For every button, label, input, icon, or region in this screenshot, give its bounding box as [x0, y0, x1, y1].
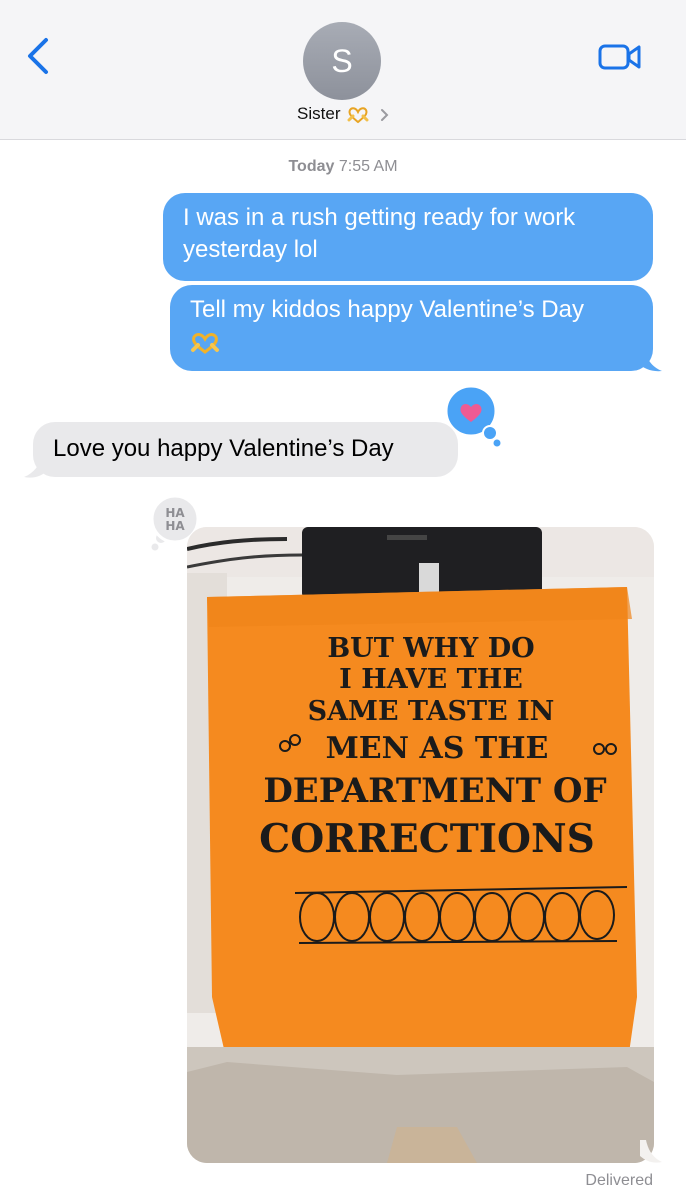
heart-hands-emoji-icon	[191, 332, 219, 354]
message-text: Love you happy Valentine’s Day	[53, 435, 394, 462]
contact-name-button[interactable]: Sister	[0, 104, 686, 124]
tshirt-photo: BUT WHY DO I HAVE THE SAME TASTE IN MEN …	[187, 527, 654, 1163]
message-text: Tell my kiddos happy Valentine’s Day	[190, 296, 584, 323]
outgoing-message-bubble[interactable]: Tell my kiddos happy Valentine’s Day	[170, 285, 653, 371]
shirt-text-line: CORRECTIONS	[259, 816, 595, 862]
contact-avatar[interactable]: S	[303, 22, 381, 100]
message-text-line: I was in a rush getting ready for work	[183, 204, 576, 231]
chevron-right-icon	[380, 108, 389, 121]
haha-text-bottom: HA	[165, 519, 185, 533]
shirt-text-line: DEPARTMENT OF	[263, 771, 606, 811]
heart-hands-emoji-icon	[347, 106, 369, 123]
bubble-tail	[640, 1140, 662, 1163]
haha-text-top: HA	[165, 506, 185, 520]
message-text-line: yesterday lol	[183, 236, 318, 263]
conversation-header: S Sister	[0, 0, 686, 140]
outgoing-message-bubble[interactable]: I was in a rush getting ready for work y…	[163, 193, 653, 281]
contact-name: Sister	[297, 104, 341, 123]
message-timestamp: Today 7:55 AM	[0, 158, 686, 176]
back-chevron-icon[interactable]	[22, 36, 58, 76]
facetime-video-icon[interactable]	[598, 40, 642, 74]
shirt-text-line: I HAVE THE	[339, 664, 523, 695]
avatar-initial: S	[331, 42, 353, 79]
timestamp-day: Today	[288, 158, 335, 175]
shirt-text-line: SAME TASTE IN	[308, 696, 555, 727]
incoming-message-bubble[interactable]: Love you happy Valentine’s Day	[33, 422, 458, 477]
shirt-text-line: MEN AS THE	[326, 731, 549, 766]
bubble-tail	[638, 347, 662, 372]
bubble-tail	[24, 455, 48, 478]
photo-attachment[interactable]: BUT WHY DO I HAVE THE SAME TASTE IN MEN …	[187, 527, 654, 1163]
shirt-text-line: BUT WHY DO	[327, 633, 534, 664]
timestamp-time: 7:55 AM	[338, 158, 398, 175]
delivery-status: Delivered	[585, 1172, 653, 1189]
